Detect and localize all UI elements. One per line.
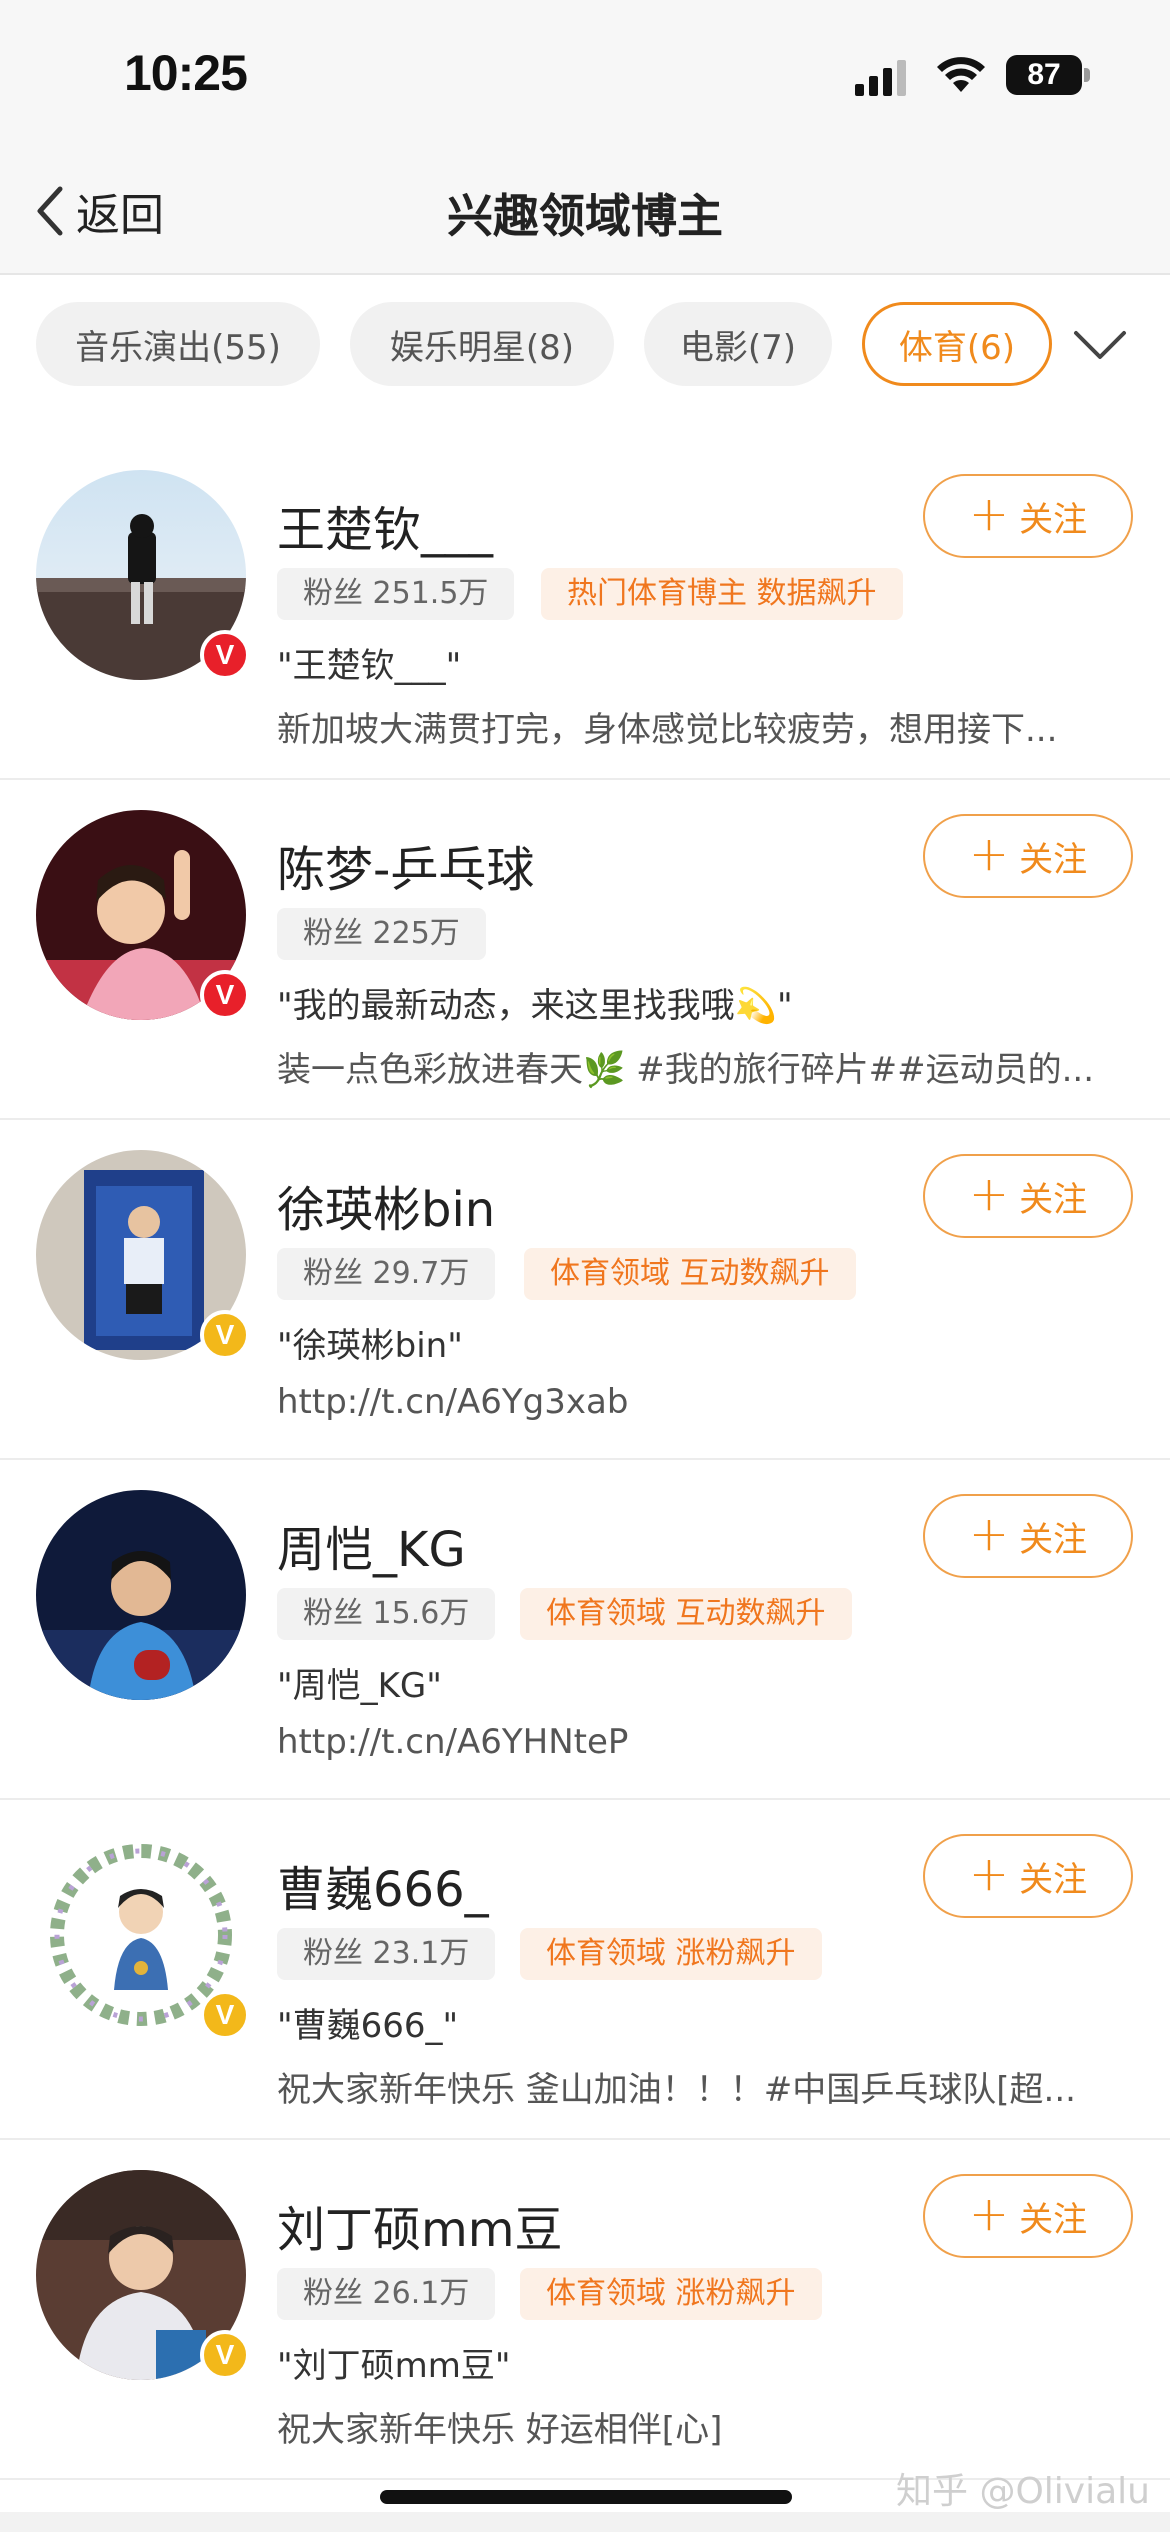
list-item[interactable]: V 徐瑛彬bin 粉丝 29.7万 体育领域 互动数飙升 "徐瑛彬bin" ht…	[0, 1120, 1170, 1460]
category-tabs: 音乐演出(55) 娱乐明星(8) 电影(7) 体育(6)	[0, 277, 1170, 417]
list-item[interactable]: V 王楚钦___ 粉丝 251.5万 热门体育博主 数据飙升 "王楚钦___" …	[0, 440, 1170, 780]
follow-button[interactable]: + 关注	[923, 2174, 1133, 2258]
tab-music[interactable]: 音乐演出(55)	[36, 302, 320, 386]
blogger-profile-link[interactable]: http://t.cn/A6Yg3xab	[277, 1382, 1127, 1422]
blogger-latest-post: 新加坡大满贯打完，身体感觉比较疲劳，想用接下...	[277, 710, 1058, 750]
plus-icon: +	[968, 486, 1010, 542]
wifi-icon	[937, 57, 985, 92]
follow-label: 关注	[1019, 2199, 1088, 2240]
plus-icon: +	[968, 1846, 1010, 1902]
blogger-intro: "王楚钦___"	[277, 646, 462, 686]
status-bar: 10:25 87	[0, 0, 1170, 150]
hot-tag: 体育领域 涨粉飙升	[520, 1928, 822, 1980]
home-indicator	[380, 2490, 792, 2504]
list-item[interactable]: 周恺_KG 粉丝 15.6万 体育领域 互动数飙升 "周恺_KG" http:/…	[0, 1460, 1170, 1800]
battery-indicator: 87	[1006, 55, 1082, 95]
verified-badge-icon: V	[200, 2330, 250, 2380]
chip-fade	[1052, 297, 1062, 393]
follow-label: 关注	[1019, 839, 1088, 880]
blogger-intro: "曹巍666_"	[277, 2006, 459, 2046]
tab-movie[interactable]: 电影(7)	[644, 302, 832, 386]
follow-label: 关注	[1019, 499, 1088, 540]
list-item[interactable]: V 陈梦-乒乓球 粉丝 225万 "我的最新动态，来这里找我哦💫" 装一点色彩放…	[0, 780, 1170, 1120]
follow-button[interactable]: + 关注	[923, 1834, 1133, 1918]
verified-badge-icon: V	[200, 1310, 250, 1360]
blogger-latest-post: 祝大家新年快乐 好运相伴[心]	[277, 2410, 723, 2450]
fans-count: 粉丝 29.7万	[277, 1248, 496, 1300]
hot-tag: 热门体育博主 数据飙升	[541, 568, 903, 620]
plus-icon: +	[968, 1166, 1010, 1222]
blogger-intro: "刘丁硕mm豆"	[277, 2346, 511, 2386]
blogger-name[interactable]: 曹巍666_	[277, 1850, 489, 1920]
follow-button[interactable]: + 关注	[923, 814, 1133, 898]
verified-badge-icon: V	[200, 630, 250, 680]
tab-sports[interactable]: 体育(6)	[862, 302, 1052, 386]
verified-badge-icon: V	[200, 1990, 250, 2040]
follow-button[interactable]: + 关注	[923, 474, 1133, 558]
tab-entertainment[interactable]: 娱乐明星(8)	[350, 302, 614, 386]
list-item[interactable]: V 刘丁硕mm豆 粉丝 26.1万 体育领域 涨粉飙升 "刘丁硕mm豆" 祝大家…	[0, 2140, 1170, 2480]
plus-icon: +	[968, 2186, 1010, 2242]
plus-icon: +	[968, 826, 1010, 882]
avatar[interactable]	[36, 1490, 246, 1700]
blogger-profile-link[interactable]: http://t.cn/A6YHNteP	[277, 1722, 1127, 1762]
blogger-latest-post: 装一点色彩放进春天🌿 #我的旅行碎片##运动员的...	[277, 1050, 1095, 1090]
blogger-latest-post: 祝大家新年快乐 釜山加油！！！#中国乒乓球队[超...	[277, 2070, 1076, 2110]
status-time: 10:25	[124, 45, 248, 101]
bottom-strip	[0, 2512, 1170, 2532]
blogger-name[interactable]: 王楚钦___	[277, 490, 493, 560]
plus-icon: +	[968, 1506, 1010, 1562]
blogger-name[interactable]: 周恺_KG	[277, 1510, 466, 1580]
follow-label: 关注	[1019, 1179, 1088, 1220]
blogger-name[interactable]: 陈梦-乒乓球	[277, 830, 534, 900]
follow-button[interactable]: + 关注	[923, 1154, 1133, 1238]
nav-bar: 返回 兴趣领域博主	[0, 150, 1170, 275]
hot-tag: 体育领域 涨粉飙升	[520, 2268, 822, 2320]
blogger-name[interactable]: 刘丁硕mm豆	[277, 2190, 563, 2260]
hot-tag: 体育领域 互动数飙升	[524, 1248, 856, 1300]
fans-count: 粉丝 15.6万	[277, 1588, 496, 1640]
chevron-down-icon[interactable]	[1070, 319, 1130, 369]
follow-button[interactable]: + 关注	[923, 1494, 1133, 1578]
battery-cap	[1084, 68, 1090, 82]
blogger-intro: "我的最新动态，来这里找我哦💫"	[277, 986, 793, 1026]
fans-count: 粉丝 26.1万	[277, 2268, 496, 2320]
hot-tag: 体育领域 互动数飙升	[520, 1588, 852, 1640]
blogger-intro: "徐瑛彬bin"	[277, 1326, 463, 1366]
list-item[interactable]: V 曹巍666_ 粉丝 23.1万 体育领域 涨粉飙升 "曹巍666_" 祝大家…	[0, 1800, 1170, 2140]
fans-count: 粉丝 251.5万	[277, 568, 515, 620]
fans-count: 粉丝 23.1万	[277, 1928, 496, 1980]
follow-label: 关注	[1019, 1859, 1088, 1900]
verified-badge-icon: V	[200, 970, 250, 1020]
blogger-name[interactable]: 徐瑛彬bin	[277, 1170, 495, 1240]
page-title: 兴趣领域博主	[447, 189, 723, 243]
blogger-intro: "周恺_KG"	[277, 1666, 442, 1706]
cellular-signal-icon	[855, 60, 906, 96]
watermark: 知乎 @Olivialu	[896, 2471, 1150, 2512]
fans-count: 粉丝 225万	[277, 908, 486, 960]
follow-label: 关注	[1019, 1519, 1088, 1560]
